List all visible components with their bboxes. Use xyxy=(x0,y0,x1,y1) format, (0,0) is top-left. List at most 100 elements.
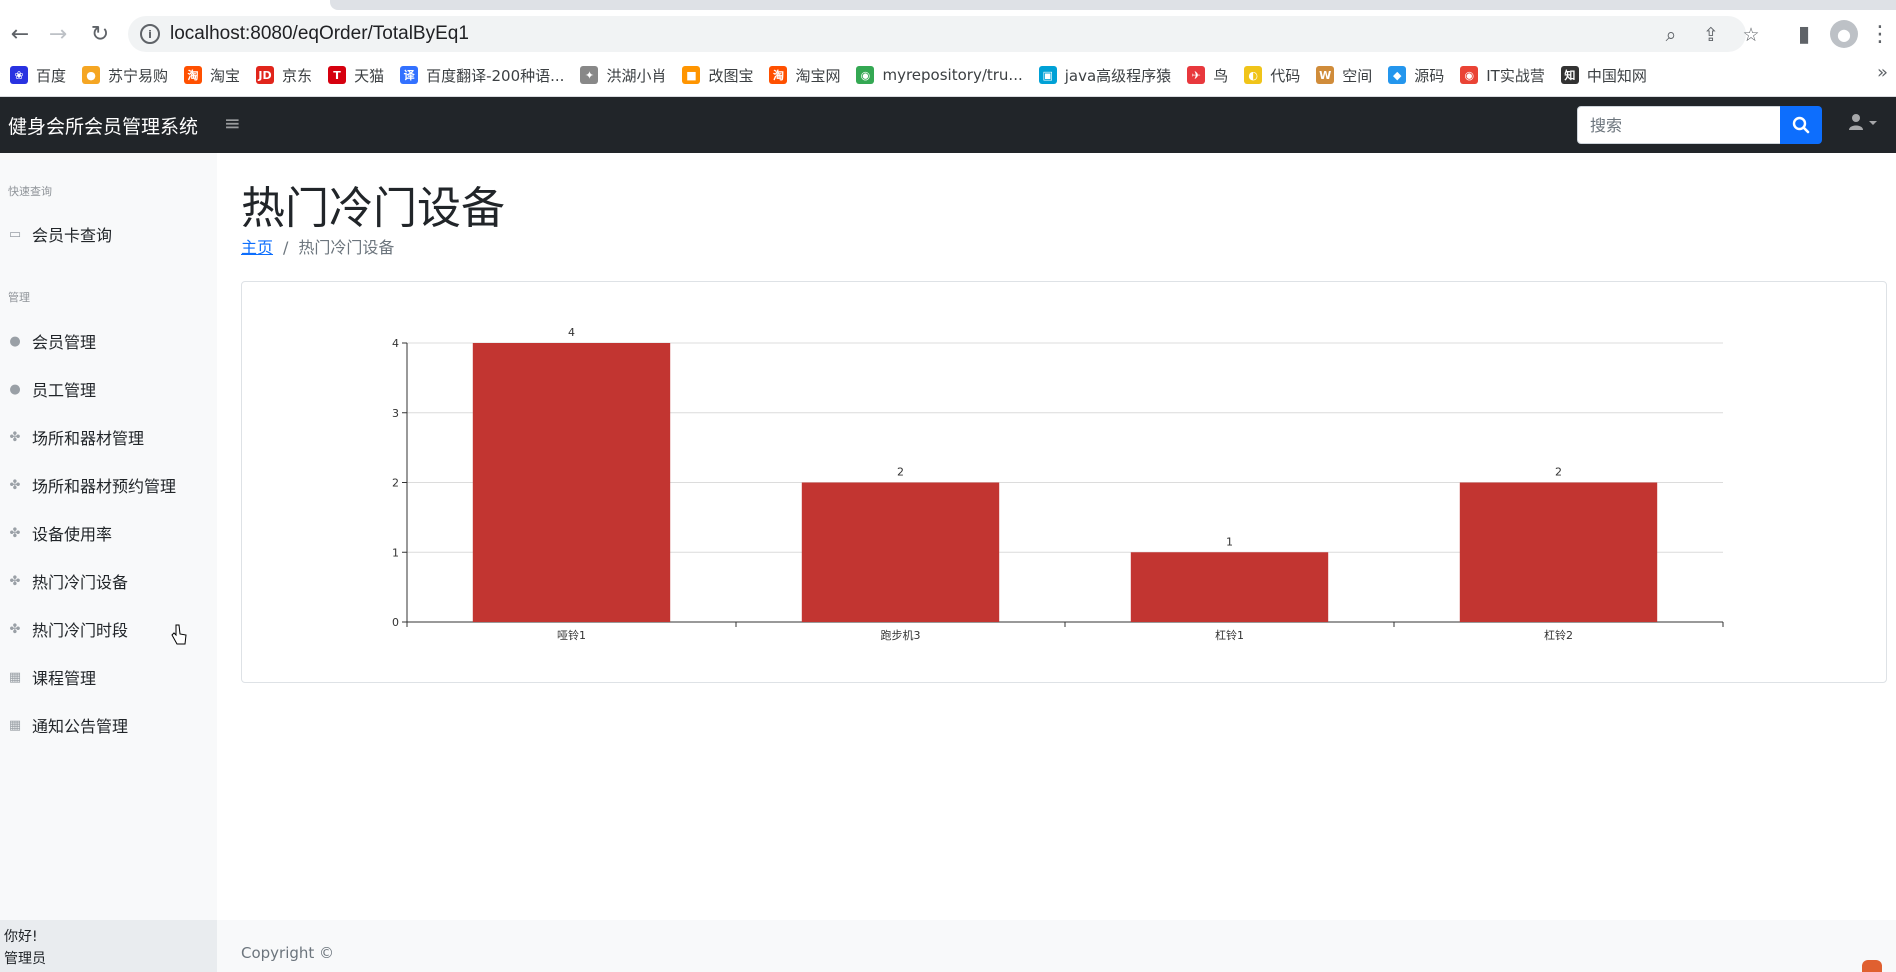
sidebar-item-hot-cold-periods[interactable]: ✤ 热门冷门时段 xyxy=(8,617,128,641)
bookmark-item[interactable]: ◆ 源码 xyxy=(1388,65,1444,86)
bookmark-label: 中国知网 xyxy=(1586,66,1647,85)
bookmark-label: myrepository/tru... xyxy=(882,66,1023,84)
breadcrumb-current: 热门冷门设备 xyxy=(298,238,395,257)
bookmark-item[interactable]: ■ 改图宝 xyxy=(682,65,753,86)
sidebar-toggle-icon[interactable]: ≡ xyxy=(224,111,241,135)
breadcrumb-separator: / xyxy=(283,238,289,257)
page-title: 热门冷门设备 xyxy=(241,183,505,234)
sidebar-item-member-card-query[interactable]: ▭ 会员卡查询 xyxy=(8,222,112,246)
translate-icon: 译 xyxy=(400,66,419,84)
bookmarks-bar: ❀ 百度 ● 苏宁易购淘淘宝 JD 京东 T 天猫译百度翻译-200种语... ✦ 洪湖小肖 ■ 改图… xyxy=(0,60,1896,90)
bookmark-label: 苏宁易购 xyxy=(108,66,169,85)
tmall-icon: T xyxy=(328,66,347,84)
share-icon[interactable]: ⇪ xyxy=(1698,22,1724,48)
bookmark-item[interactable]: ✦ 洪湖小肖 xyxy=(580,65,666,86)
bar xyxy=(801,482,1000,622)
bookmark-item[interactable]: ◐ 代码 xyxy=(1244,65,1300,86)
back-icon[interactable]: ← xyxy=(6,20,34,48)
bookmark-item[interactable]: W 空间 xyxy=(1316,65,1372,86)
bookmark-item[interactable]: ✈ 鸟 xyxy=(1187,65,1228,86)
y-tick-label: 1 xyxy=(392,546,399,559)
bar xyxy=(1130,552,1329,622)
sidebar: 快速查询 ▭ 会员卡查询 管理 ● 会员管理 ● 员工管理 ✤ 场所和器材管理 … xyxy=(0,153,217,972)
bookmark-item[interactable]: 淘淘宝 xyxy=(184,65,240,86)
sidebar-item-members[interactable]: ● 会员管理 xyxy=(8,329,96,353)
bookmark-item[interactable]: JD 京东 xyxy=(256,65,312,86)
sidebar-item-venues[interactable]: ✤ 场所和器材管理 xyxy=(8,425,144,449)
sidebar-item-reservations[interactable]: ✤ 场所和器材预约管理 xyxy=(8,473,176,497)
corner-logo-icon xyxy=(1862,960,1882,972)
bookmark-item[interactable]: ◉ myrepository/tru... xyxy=(856,66,1023,84)
breadcrumb-home-link[interactable]: 主页 xyxy=(241,238,273,257)
equipment-icon: ✤ xyxy=(9,429,21,445)
bookmark-item[interactable]: 知中国知网 xyxy=(1560,65,1647,86)
bird-icon: ✦ xyxy=(580,66,599,84)
bookmark-item[interactable]: ▣ java高级程序猿 xyxy=(1038,65,1171,86)
bookmark-item[interactable]: T 天猫 xyxy=(328,65,384,86)
bookmark-item[interactable]: ◉ IT实战营 xyxy=(1460,65,1545,86)
bookmark-label: 洪湖小肖 xyxy=(606,66,667,85)
sidebar-item-label: 热门冷门时段 xyxy=(32,621,129,640)
zoom-icon[interactable]: ⌕ xyxy=(1658,22,1684,48)
bilibili-icon: ▣ xyxy=(1038,66,1057,84)
address-bar[interactable]: i localhost:8080/eqOrder/TotalByEq1 ⌕ ⇪ … xyxy=(128,16,1760,52)
user-icon: ● xyxy=(9,333,21,349)
side-panel-icon[interactable]: ▮ xyxy=(1790,20,1818,48)
y-tick-label: 3 xyxy=(392,407,399,420)
bookmark-label: 淘宝 xyxy=(210,66,241,85)
cnki-icon: 知 xyxy=(1560,66,1579,84)
app-brand[interactable]: 健身会所会员管理系统 xyxy=(8,112,198,139)
sidebar-item-label: 通知公告管理 xyxy=(32,717,129,736)
sidebar-item-label: 热门冷门设备 xyxy=(32,573,129,592)
bookmark-label: 天猫 xyxy=(354,66,385,85)
x-tick-label: 跑步机3 xyxy=(881,628,921,642)
docker-icon: ◆ xyxy=(1388,66,1407,84)
sidebar-item-usage-rate[interactable]: ✤ 设备使用率 xyxy=(8,521,112,545)
y-tick-label: 2 xyxy=(392,477,399,490)
bookmark-label: 源码 xyxy=(1414,66,1445,85)
reload-icon[interactable]: ↻ xyxy=(86,20,114,48)
card-icon: ▭ xyxy=(8,226,22,242)
search-input[interactable] xyxy=(1577,106,1781,144)
code-icon: ◐ xyxy=(1244,66,1263,84)
bar xyxy=(1459,482,1658,622)
jd-icon: JD xyxy=(256,66,275,84)
address-row: ← → ↻ i localhost:8080/eqOrder/TotalByEq… xyxy=(0,14,1896,54)
bar-value-label: 2 xyxy=(897,466,904,479)
space-icon: W xyxy=(1316,66,1335,84)
tab-strip xyxy=(330,0,1896,10)
profile-icon[interactable]: ● xyxy=(1830,20,1858,48)
sidebar-item-label: 会员卡查询 xyxy=(32,226,113,245)
bookmark-item[interactable]: 淘淘宝网 xyxy=(769,65,840,86)
search-button[interactable] xyxy=(1780,106,1822,144)
bar-value-label: 2 xyxy=(1555,466,1562,479)
sidebar-item-label: 会员管理 xyxy=(32,333,97,352)
bar xyxy=(472,343,671,622)
baidu-icon: ❀ xyxy=(10,66,28,84)
bookmarks-more-icon[interactable]: » xyxy=(1877,62,1888,83)
menu-kebab-icon[interactable]: ⋮ xyxy=(1866,20,1894,48)
bookmark-label: 京东 xyxy=(282,66,313,85)
bookmark-item[interactable]: 译百度翻译-200种语... xyxy=(400,65,564,86)
bookmark-label: 百度翻译-200种语... xyxy=(426,66,565,85)
y-tick-label: 0 xyxy=(392,616,399,629)
sidebar-item-label: 场所和器材预约管理 xyxy=(32,477,177,496)
user-menu[interactable] xyxy=(1848,113,1880,136)
x-tick-label: 杠铃1 xyxy=(1215,628,1244,642)
bookmark-label: 鸟 xyxy=(1213,66,1229,85)
bookmark-label: 代码 xyxy=(1270,66,1301,85)
forward-icon[interactable]: → xyxy=(44,20,72,48)
sidebar-item-hot-cold-equipment[interactable]: ✤ 热门冷门设备 xyxy=(8,569,128,593)
bookmark-item[interactable]: ❀ 百度 xyxy=(10,65,66,86)
url-text[interactable]: localhost:8080/eqOrder/TotalByEq1 xyxy=(170,23,469,45)
sidebar-item-courses[interactable]: ▦ 课程管理 xyxy=(8,665,96,689)
sidebar-heading-manage: 管理 xyxy=(8,291,30,304)
sidebar-item-announcements[interactable]: ▦ 通知公告管理 xyxy=(8,713,128,737)
sidebar-item-staff[interactable]: ● 员工管理 xyxy=(8,377,96,401)
equipment-icon: ✤ xyxy=(9,573,21,589)
calendar-icon: ▦ xyxy=(8,669,22,685)
bookmark-item[interactable]: ● 苏宁易购 xyxy=(82,65,168,86)
bookmark-label: 百度 xyxy=(36,66,67,85)
bookmark-star-icon[interactable]: ☆ xyxy=(1738,22,1764,48)
site-info-icon[interactable]: i xyxy=(140,24,160,44)
